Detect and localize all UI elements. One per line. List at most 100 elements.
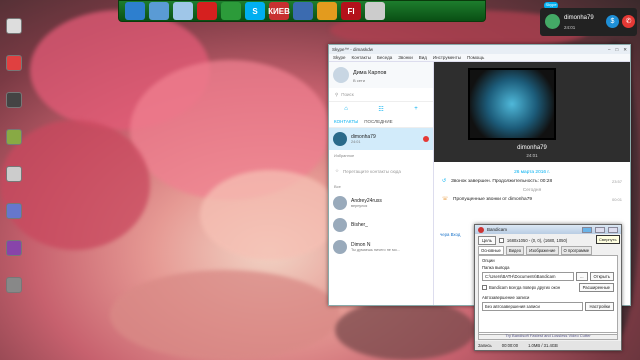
app-icon <box>6 277 22 293</box>
output-label: Папка вывода <box>482 265 510 270</box>
desktop-icon[interactable] <box>2 129 26 163</box>
tab-3[interactable]: О программе <box>560 246 593 255</box>
answer-button[interactable]: $ <box>606 15 619 28</box>
app-icon <box>6 92 22 108</box>
search-placeholder: Поиск <box>341 92 354 97</box>
menu-item[interactable]: Skype <box>333 55 346 60</box>
desktop-icon[interactable] <box>2 18 26 52</box>
opera-icon[interactable] <box>197 2 217 20</box>
decline-button[interactable]: ✆ <box>622 15 635 28</box>
app-icon <box>6 18 22 34</box>
list-item[interactable]: dimonha79 24:01 <box>329 128 433 150</box>
title-bar: Skype™ - dimaskdw – □ ✕ <box>329 45 630 54</box>
skype-icon[interactable]: S <box>245 2 265 20</box>
date-separator: 26 марта 2016 г. <box>514 170 550 175</box>
settings-panel: Опции Папка вывода C:\Users\BATH\Documen… <box>478 255 618 335</box>
flash-icon[interactable]: Fl <box>341 2 361 20</box>
minimize-icon[interactable] <box>582 226 592 233</box>
windows-icon[interactable] <box>125 2 145 20</box>
status-bar: Запись 00:00:00 1.0MB / 31.4GB <box>475 341 621 350</box>
desktop-icon[interactable] <box>2 277 26 311</box>
target-button[interactable]: Цель <box>478 235 496 245</box>
menu-item[interactable]: Контакты <box>352 55 371 60</box>
avatar <box>333 132 347 146</box>
plugin-text: чера Вход <box>440 232 461 237</box>
tab-contacts[interactable]: КОНТАКТЫ <box>334 119 358 124</box>
promo-banner[interactable]: Try Bandisoft Fastest and Lossless Video… <box>478 332 618 340</box>
open-button[interactable]: Открыть <box>589 272 614 281</box>
desktop-icon[interactable] <box>2 92 26 126</box>
tooltip: Свернуть <box>596 235 620 244</box>
tabs: Основные Видео Изображение О программе <box>475 246 621 255</box>
quick-actions: ⌂ ☷ + <box>329 102 433 116</box>
utorrent-icon[interactable] <box>221 2 241 20</box>
close-icon[interactable]: ✕ <box>623 47 627 53</box>
incoming-call-notification[interactable]: dimonha79 24:01 $ ✆ <box>540 8 637 36</box>
date-separator: Сегодня <box>522 188 542 193</box>
missed-call-badge <box>423 136 429 142</box>
record-icon <box>478 226 484 233</box>
output-row: C:\Users\BATH\Documents\Bandicam ... Отк… <box>482 272 614 281</box>
list-item[interactable]: Andrey24russ вернулся <box>329 192 433 214</box>
fl-studio-icon[interactable] <box>317 2 337 20</box>
tab-2[interactable]: Изображение <box>526 246 559 255</box>
title-bar: Bandicam <box>475 225 621 234</box>
maximize-icon[interactable] <box>595 226 605 233</box>
app-icon <box>6 240 22 256</box>
advanced-button[interactable]: Расширенные <box>578 283 614 292</box>
media-player-icon[interactable] <box>293 2 313 20</box>
menu-bar: Skype Контакты Беседа Звонки Вид Инструменты П… <box>329 54 630 62</box>
profile[interactable]: Дима Карпов В сети <box>329 62 433 88</box>
menu-item[interactable]: Помощь <box>467 55 484 60</box>
avatar <box>333 218 347 232</box>
home-icon[interactable]: ⌂ <box>344 106 348 112</box>
desktop-icon[interactable] <box>2 203 26 237</box>
checkbox[interactable] <box>482 285 487 290</box>
tab-0[interactable]: Основные <box>478 246 504 255</box>
menu-item[interactable]: Инструменты <box>433 55 461 60</box>
minimize-icon[interactable]: – <box>608 47 611 53</box>
message-time: 00:01 <box>611 197 622 202</box>
settings-button[interactable]: Настройки <box>585 302 614 311</box>
notepad-icon[interactable] <box>173 2 193 20</box>
record-status: Запись <box>478 343 492 348</box>
message-text: Пропущенные звонки от dimonha79 <box>453 197 533 202</box>
checkbox[interactable] <box>498 237 504 243</box>
tab-1[interactable]: Видео <box>505 246 525 255</box>
contact-name: Bisher_ <box>351 222 368 228</box>
browse-button[interactable]: ... <box>576 272 588 281</box>
favorites-hint-text: Перетащите контакты сюда <box>343 168 401 174</box>
header-name: dimonha79 <box>517 145 547 151</box>
search-input[interactable]: ⚲ Поиск <box>329 88 433 102</box>
disk-icon[interactable] <box>365 2 385 20</box>
menu-item[interactable]: Звонки <box>398 55 413 60</box>
contacts-icon[interactable]: ☷ <box>378 106 383 113</box>
maximize-icon[interactable]: □ <box>616 47 619 53</box>
avatar <box>333 240 347 254</box>
menu-item[interactable]: Беседа <box>377 55 392 60</box>
desktop-icon[interactable] <box>2 166 26 200</box>
app-icon <box>6 55 22 71</box>
autostart-label: Автозавершение записи <box>482 295 530 300</box>
desktop-icon[interactable] <box>2 55 26 89</box>
menu-item[interactable]: Вид <box>419 55 427 60</box>
output-path-field[interactable]: C:\Users\BATH\Documents\Bandicam <box>482 272 575 281</box>
list-item[interactable]: Bisher_ <box>329 214 433 236</box>
contact-list: Andrey24russ вернулся Bisher_ Dimon N Ты дум… <box>329 192 433 258</box>
list-item[interactable]: Dimon N Ты думаешь ничего не мо... <box>329 236 433 258</box>
top-dock: S КИЕВ Fl <box>118 0 486 22</box>
close-icon[interactable] <box>608 226 618 233</box>
profile-status: В сети <box>353 78 365 83</box>
all-label: Все <box>334 184 341 189</box>
desktop-icon[interactable] <box>2 240 26 274</box>
tab-recent[interactable]: ПОСЛЕДНИЕ <box>364 119 392 124</box>
kiev-icon[interactable]: КИЕВ <box>268 2 290 20</box>
contact-sub: 24:01 <box>351 140 361 144</box>
chat-history: 26 марта 2016 г. ↺ Звонок завершен. Прод… <box>434 162 630 210</box>
control-panel-icon[interactable] <box>149 2 169 20</box>
contact-sub: вернулся <box>351 204 368 208</box>
app-icon <box>6 129 22 145</box>
on-top-row: Bandicam всегда поверх других окон Расши… <box>482 283 614 292</box>
add-contact-icon[interactable]: + <box>414 106 418 112</box>
contact-sub: Ты думаешь ничего не мо... <box>351 248 400 252</box>
